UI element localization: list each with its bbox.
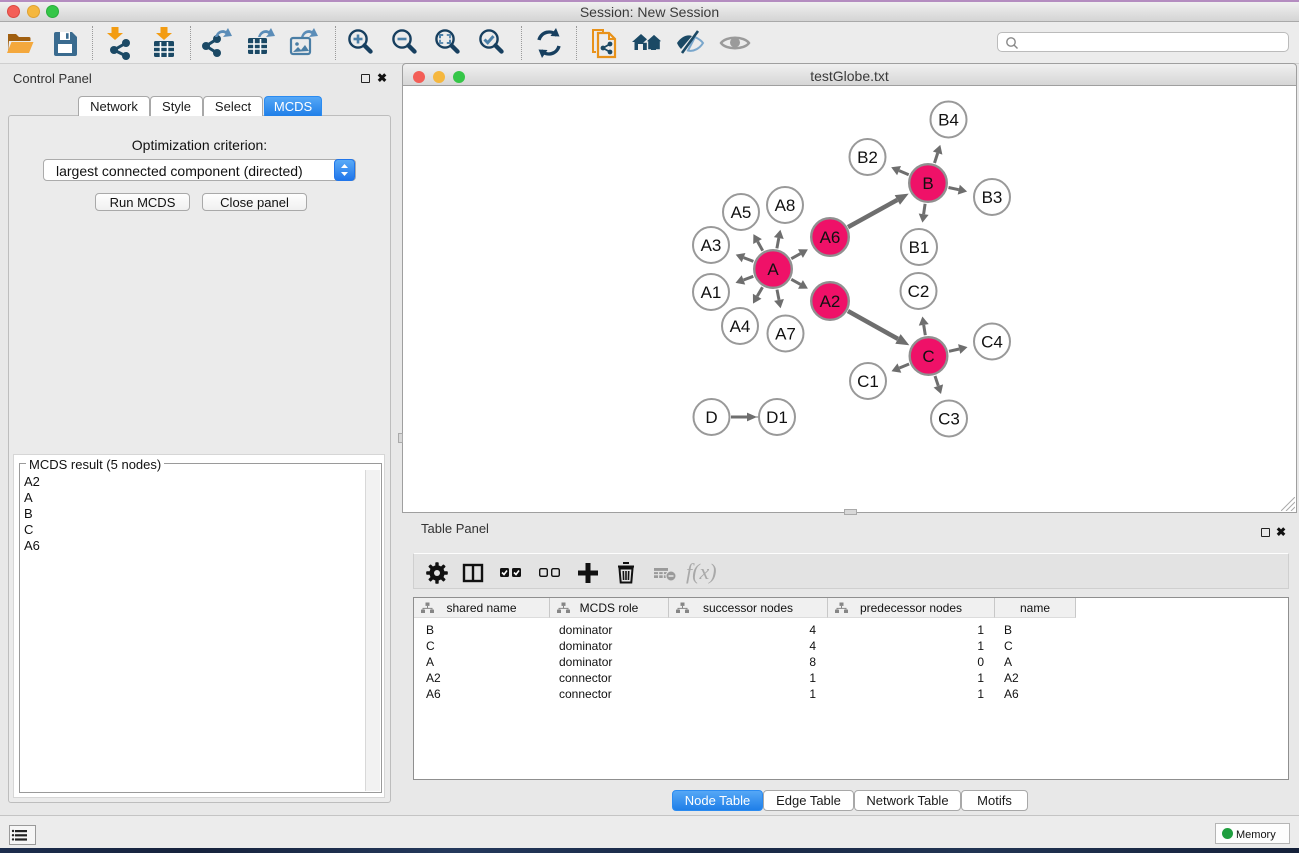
svg-text:D1: D1 <box>766 408 788 427</box>
svg-text:B: B <box>922 174 933 193</box>
svg-text:C3: C3 <box>938 410 960 429</box>
svg-text:A4: A4 <box>730 317 751 336</box>
svg-text:A3: A3 <box>701 236 722 255</box>
svg-text:A2: A2 <box>820 292 841 311</box>
svg-text:A1: A1 <box>701 283 722 302</box>
svg-text:A5: A5 <box>731 203 752 222</box>
svg-text:C2: C2 <box>908 282 930 301</box>
svg-text:C: C <box>922 347 934 366</box>
svg-text:B1: B1 <box>909 238 930 257</box>
svg-text:A7: A7 <box>775 325 796 344</box>
svg-text:A8: A8 <box>775 196 796 215</box>
svg-text:A: A <box>767 260 779 279</box>
svg-text:C4: C4 <box>981 333 1003 352</box>
svg-text:B2: B2 <box>857 148 878 167</box>
svg-text:B3: B3 <box>982 188 1003 207</box>
svg-text:C1: C1 <box>857 372 879 391</box>
svg-text:D: D <box>705 408 717 427</box>
svg-text:B4: B4 <box>938 111 959 130</box>
svg-text:A6: A6 <box>820 228 841 247</box>
